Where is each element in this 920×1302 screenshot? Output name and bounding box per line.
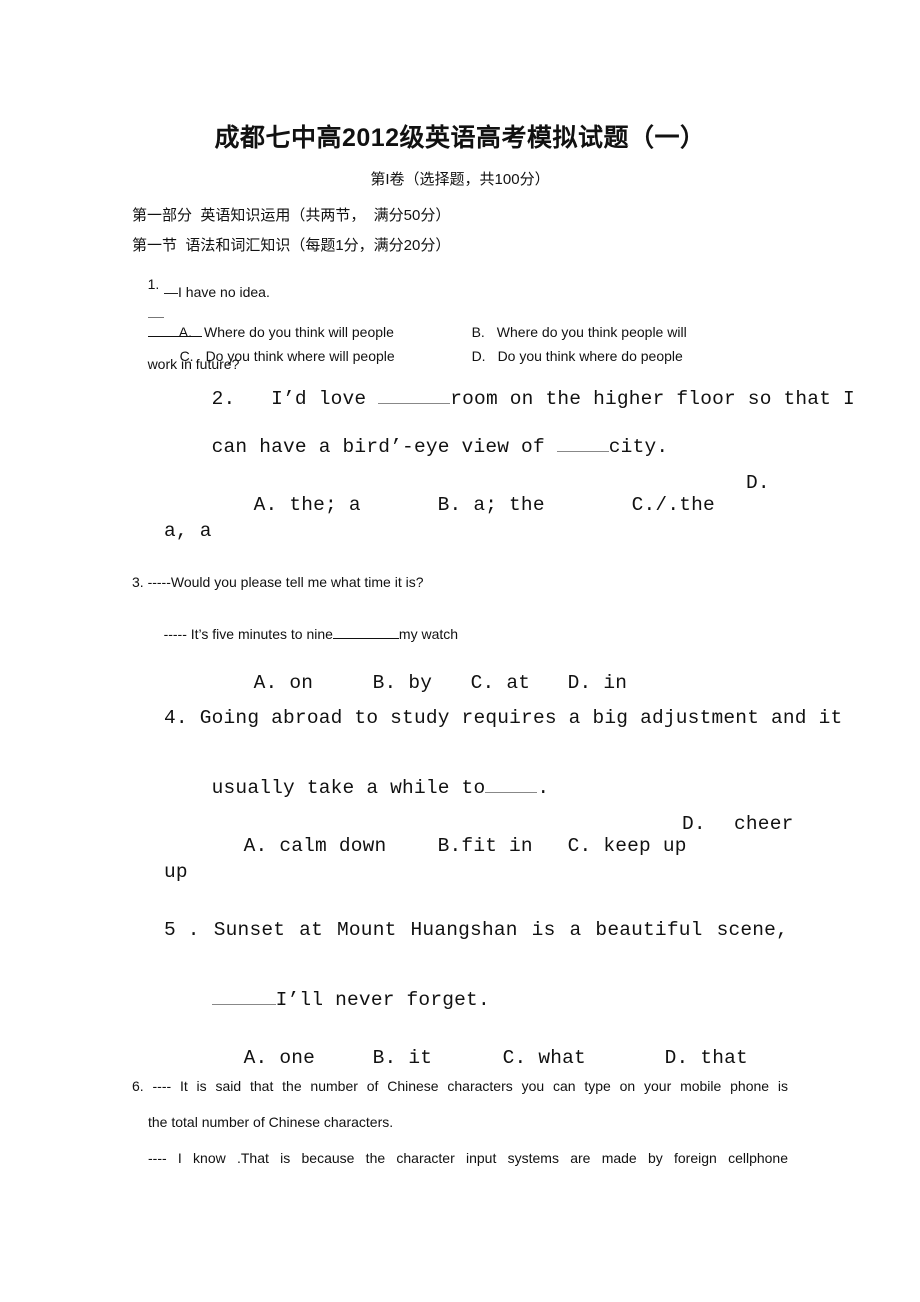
option-text: the; a [289, 494, 361, 516]
question-2-line-2: can have a bird’-eye view of city. [164, 414, 668, 480]
option-text: Do you think where do people [497, 348, 683, 364]
option-letter: C. [470, 672, 495, 694]
part-heading: 第一部分 英语知识运用（共两节， 满分50分） [132, 207, 451, 224]
option-letter: A. [243, 835, 268, 857]
question-5-line-2: I’ll never forget. [164, 967, 490, 1033]
question-3-text: ----- It’s five minutes to nine [163, 626, 333, 642]
word: is [531, 919, 556, 941]
section-heading: 第一节 语法和词汇知识（每题1分，满分20分） [132, 237, 451, 254]
option-letter: A. [253, 672, 278, 694]
option-letter: C. [567, 835, 592, 857]
option-text: in [603, 672, 628, 694]
option-letter: D. [471, 348, 486, 364]
answer-blank [211, 1003, 276, 1005]
option-text: /.the [655, 494, 715, 516]
question-number: 1. [147, 276, 160, 292]
option-letter: B. [372, 672, 397, 694]
word: a [569, 919, 582, 941]
option-d-text[interactable]: a, a [164, 520, 212, 542]
question-6-line-1: 6. ---- It is said that the number of Ch… [132, 1078, 788, 1094]
option-letter: C. [179, 348, 194, 364]
option-a[interactable]: A. calm down [196, 813, 387, 879]
question-3-line-1: 3. -----Would you please tell me what ti… [132, 574, 424, 590]
exam-title: 成都七中高2012级英语高考模拟试题（一） [214, 124, 706, 152]
option-text: that [700, 1047, 748, 1069]
answer-blank [378, 402, 451, 404]
exam-subtitle: 第I卷（选择题，共100分） [370, 171, 550, 188]
question-number: 5 . [164, 919, 200, 941]
option-letter: D. [664, 1047, 689, 1069]
option-d-text-part-1[interactable]: cheer [734, 813, 794, 835]
word: scene, [716, 919, 788, 941]
word: Huangshan [410, 919, 518, 941]
question-4-text: usually take a while to [211, 777, 486, 799]
option-text: one [279, 1047, 316, 1069]
option-text: a; the [473, 494, 545, 516]
option-d-letter[interactable]: D. [682, 813, 706, 835]
question-2-text: can have a bird’-eye view of [211, 436, 557, 458]
word: Sunset [213, 919, 286, 941]
option-b[interactable]: B. a; the [390, 472, 545, 538]
question-6-line-3: ---- I know .That is because the charact… [148, 1150, 788, 1166]
option-letter: D. [567, 672, 592, 694]
question-1-reply: —I have no idea. [164, 284, 270, 300]
option-letter: C. [631, 494, 656, 516]
question-5-text: I’ll never forget. [275, 989, 490, 1011]
option-c[interactable]: C. keep up [520, 813, 687, 879]
option-text: on [289, 672, 314, 694]
option-c[interactable]: C./.the [584, 472, 715, 538]
option-text: calm down [279, 835, 387, 857]
question-2-text: city. [608, 436, 669, 458]
question-4-text: . [537, 777, 550, 799]
option-text: what [538, 1047, 586, 1069]
question-4-line-1: 4. Going abroad to study requires a big … [164, 707, 843, 729]
option-b[interactable]: B.fit in [390, 813, 533, 879]
option-letter: A. [243, 1047, 268, 1069]
answer-blank [485, 791, 538, 793]
question-4-line-2: usually take a while to. [164, 755, 549, 821]
answer-blank [332, 637, 399, 639]
question-5-line-1: 5 . Sunset at Mount Huangshan is a beaut… [164, 919, 788, 941]
dash-mark [147, 316, 164, 318]
option-a[interactable]: A. the; a [206, 472, 361, 538]
word: beautiful [595, 919, 703, 941]
option-text: Do you think where will people [205, 348, 395, 364]
answer-blank [556, 450, 609, 452]
option-letter: B. [437, 494, 462, 516]
option-text: keep up [603, 835, 687, 857]
question-6-line-2: the total number of Chinese characters. [148, 1114, 394, 1130]
option-letter: C. [502, 1047, 527, 1069]
option-letter: A. [253, 494, 278, 516]
word: Mount [337, 919, 397, 941]
option-text: it [408, 1047, 433, 1069]
option-d-text-part-2[interactable]: up [164, 861, 188, 883]
question-2-text: room on the higher floor so that I [450, 388, 855, 410]
option-letter: B. [372, 1047, 397, 1069]
option-d-letter[interactable]: D. [746, 472, 770, 494]
word: at [299, 919, 323, 941]
option-letter: B. [437, 835, 462, 857]
question-2-text: 2. I’d love [211, 388, 379, 410]
question-3-text: my watch [398, 626, 459, 642]
